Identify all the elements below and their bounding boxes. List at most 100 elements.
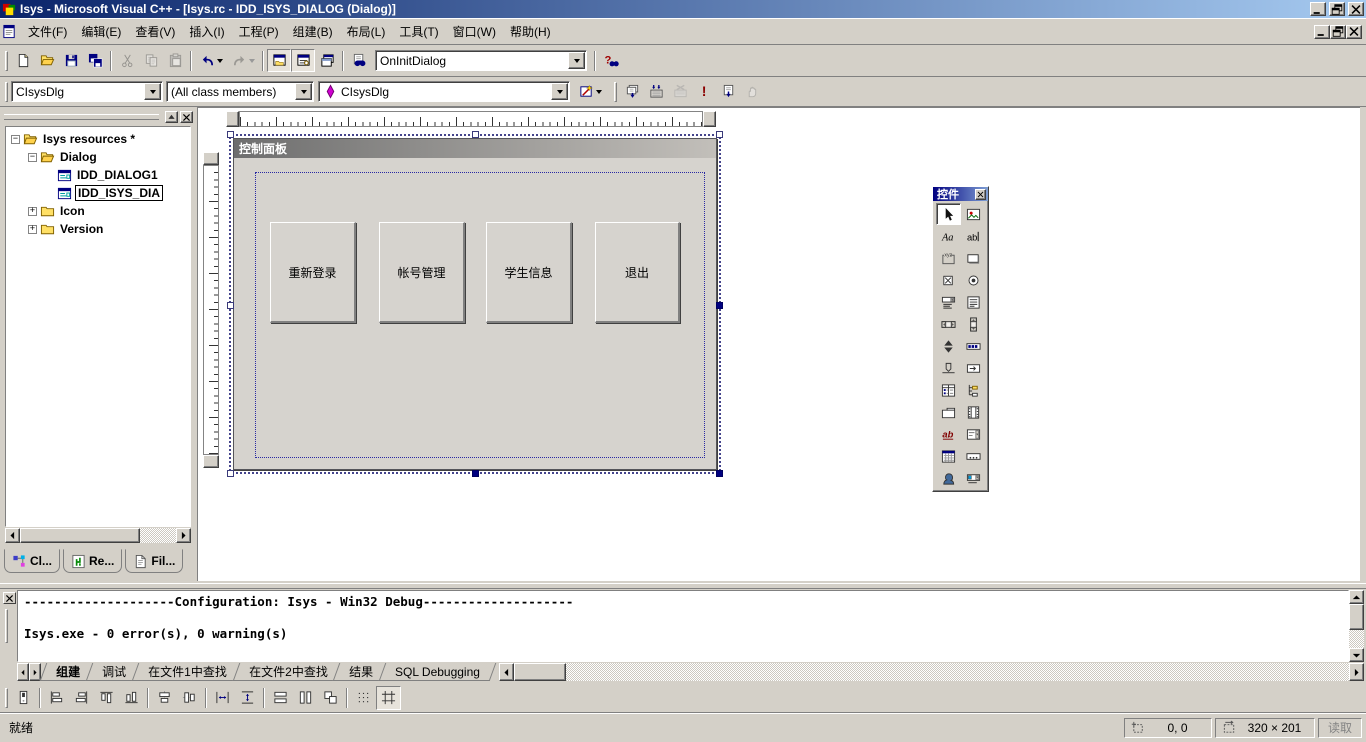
close-button[interactable] [1348,2,1364,16]
output-horizontal-scrollbar[interactable] [499,663,1364,681]
paste-button[interactable] [163,49,187,72]
mdi-close-button[interactable] [1346,24,1362,39]
tree-item-Version[interactable]: + Version [7,220,189,238]
pane-close-button[interactable] [180,111,193,123]
selection-handle[interactable] [716,302,723,309]
edit-box-tool[interactable]: ab [961,225,986,247]
selection-handle[interactable] [227,131,234,138]
button-tool[interactable] [961,247,986,269]
toolbar-grip[interactable] [5,50,8,71]
workspace-tab-resourceview[interactable]: Re... [63,549,123,573]
designed-dialog-caption[interactable]: 控制面板 [234,139,716,158]
align-top-button[interactable] [94,686,119,710]
static-text-tool[interactable]: Aa [936,225,961,247]
menu-组建B[interactable]: 组建(B) [286,20,340,43]
copy-button[interactable] [139,49,163,72]
selection-handle[interactable] [472,470,479,477]
menu-文件F[interactable]: 文件(F) [21,20,74,43]
tab-control-tool[interactable] [936,401,961,423]
workspace-tab-fileview[interactable]: Fil... [125,549,184,573]
radio-button-tool[interactable] [961,269,986,291]
designed-dialog[interactable]: 控制面板 重新登录 帐号管理 学生信息 退出 [233,138,717,470]
toolbar-grip[interactable] [5,687,8,708]
mdi-document-icon[interactable] [2,24,17,39]
scroll-right-button[interactable] [176,528,191,543]
output-gripper[interactable] [5,609,8,643]
mdi-restore-button[interactable] [1330,24,1346,39]
members-filter-dropdown[interactable] [295,83,312,100]
slider-tool[interactable] [936,357,961,379]
designed-button[interactable]: 学生信息 [486,222,572,323]
check-box-tool[interactable] [936,269,961,291]
picture-tool[interactable] [961,203,986,225]
scroll-up-button[interactable] [1349,590,1364,604]
designed-button[interactable]: 重新登录 [270,222,356,323]
vertical-scrollbar-tool[interactable] [961,313,986,335]
menu-查看V[interactable]: 查看(V) [128,20,182,43]
class-combo[interactable]: CIsysDlg [11,81,163,102]
center-vertical-button[interactable] [152,686,177,710]
extended-combo-tool[interactable] [961,467,986,489]
find-in-files-button[interactable] [347,49,371,72]
align-bottom-button[interactable] [119,686,144,710]
menu-布局L[interactable]: 布局(L) [340,20,393,43]
find-combo[interactable]: OnInitDialog [375,50,587,71]
tree-horizontal-scrollbar[interactable] [5,528,191,543]
open-file-button[interactable] [35,49,59,72]
tab-scroll-left-button[interactable] [17,663,29,681]
group-box-tool[interactable]: xyz [936,247,961,269]
output-vertical-scrollbar[interactable] [1349,590,1364,662]
window-list-button[interactable] [315,49,339,72]
selection-handle[interactable] [716,131,723,138]
pane-expand-button[interactable] [165,111,178,123]
make-same-size-button[interactable] [318,686,343,710]
output-close-button[interactable] [3,592,16,604]
new-file-button[interactable] [11,49,35,72]
breakpoint-button[interactable] [740,80,764,103]
member-combo-dropdown[interactable] [551,83,568,100]
tree-item-Isys-resources-[interactable]: − Isys resources * [7,130,189,148]
space-down-button[interactable] [235,686,260,710]
toggle-guides-button[interactable] [376,685,401,710]
restore-button[interactable] [1329,2,1345,16]
tree-item-IDD_DIALOG1[interactable]: IDD_DIALOG1 [7,166,189,184]
progress-tool[interactable] [961,335,986,357]
class-combo-dropdown[interactable] [144,83,161,100]
pane-gripper[interactable] [4,114,159,120]
scrollbar-track[interactable] [140,528,176,543]
cut-button[interactable] [115,49,139,72]
go-button[interactable] [716,80,740,103]
tree-item-Dialog[interactable]: − Dialog [7,148,189,166]
menu-插入I[interactable]: 插入(I) [182,20,231,43]
test-dialog-button[interactable] [11,686,36,710]
search-help-button[interactable]: ? [599,49,623,72]
build-button[interactable] [644,80,668,103]
workspace-tab-classview[interactable]: Cl... [4,549,61,573]
menu-窗口W[interactable]: 窗口(W) [446,20,503,43]
scroll-down-button[interactable] [1349,648,1364,662]
scroll-left-button[interactable] [5,528,20,543]
tree-item-IDD_ISYS_DIA[interactable]: IDD_ISYS_DIA [7,184,189,202]
tab-scroll-right-button[interactable] [29,663,41,681]
redo-button[interactable] [227,49,259,72]
palette-close-button[interactable] [975,188,986,200]
menu-编辑E[interactable]: 编辑(E) [74,20,128,43]
minimize-button[interactable] [1310,2,1326,16]
output-tab-在文件1中查找[interactable]: 在文件1中查找 [131,663,243,681]
menu-帮助H[interactable]: 帮助(H) [503,20,558,43]
select-tool[interactable] [935,203,961,225]
scrollbar-thumb[interactable] [20,528,140,543]
designed-button[interactable]: 帐号管理 [379,222,465,323]
wizard-actions-button[interactable] [574,80,606,103]
horizontal-scrollbar-tool[interactable] [936,313,961,335]
member-combo[interactable]: CIsysDlg [318,81,570,102]
align-left-button[interactable] [44,686,69,710]
tree-expander[interactable]: + [28,224,37,234]
find-combo-dropdown[interactable] [568,52,585,69]
toggle-grid-button[interactable] [351,686,376,710]
dropdown-caret-icon[interactable] [216,59,223,66]
align-right-button[interactable] [69,686,94,710]
selection-handle[interactable] [227,470,234,477]
stop-build-button[interactable] [668,80,692,103]
output-tab-在文件2中查找[interactable]: 在文件2中查找 [232,663,344,681]
